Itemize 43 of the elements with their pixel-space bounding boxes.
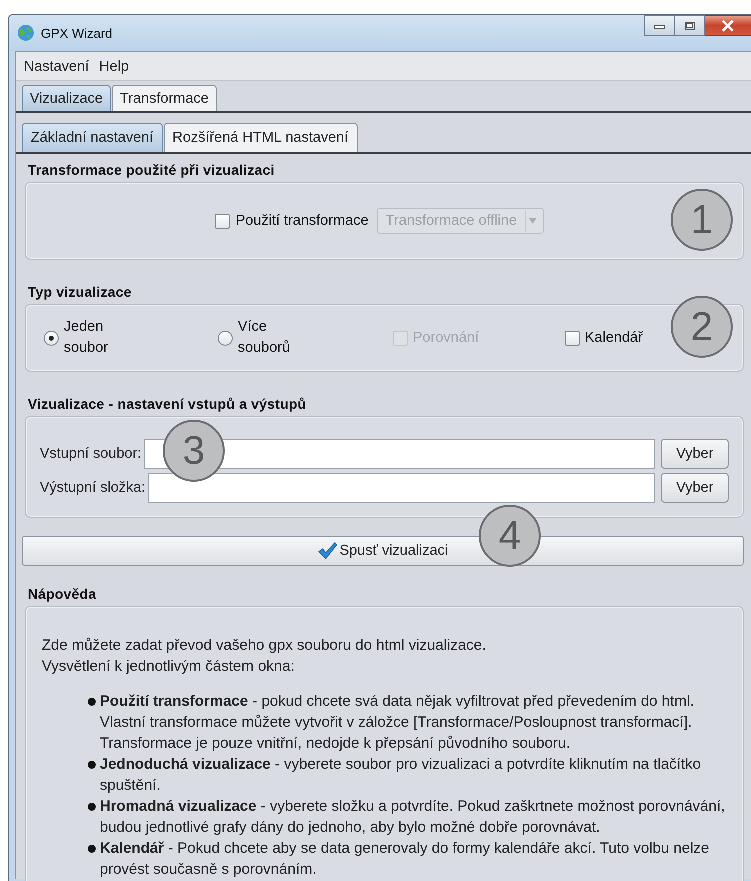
minimize-button[interactable]: [644, 15, 675, 36]
help-text: Kalendář - Pokud chcete aby se data generovaly do formy kalendáře akcí. Tuto volbu nelze provést současně s porovnáním.: [100, 839, 711, 880]
tab[interactable]: Transformace: [112, 85, 217, 111]
radio-button[interactable]: [218, 330, 233, 346]
field-label: Vstupní soubor:: [40, 446, 142, 462]
input-field[interactable]: [148, 473, 655, 503]
maximize-button[interactable]: [675, 15, 705, 36]
bullet-icon: [88, 803, 96, 811]
section-heading: Transformace použité při vizualizaci: [28, 162, 276, 178]
bullet-icon: [88, 698, 96, 706]
browse-button[interactable]: Vyber: [661, 439, 729, 469]
window-title: GPX Wizard: [41, 26, 113, 40]
help-text: Jednoduchá vizualizace - vyberete soubor pro vizualizaci a potvrdíte kliknutím na tlačítko spuštění.: [100, 755, 702, 796]
tab[interactable]: Základní nastavení: [22, 123, 163, 152]
help-text: Použití transformace - pokud chcete svá data nějak vyfiltrovat před převedením do html. Vlastní transformace můžete vytvořit v záložce [Transformace/Posloupnost transformací]. Transformace je pouze vnitřní, nedojde k přepsání původního souboru.: [100, 692, 696, 754]
field-label: Výstupní složka:: [40, 480, 146, 496]
tab[interactable]: Vizualizace: [22, 85, 112, 111]
help-text: Hromadná vizualizace - vyberete složku a potvrdíte. Pokud zaškrtnete možnost porovnávání, budou jednotlivé grafy dány do jednoho, aby bylo možné dobře porovnávat.: [100, 797, 726, 838]
checkbox-label: Kalendář: [585, 330, 644, 346]
help-text: Vysvětlení k jednotlivým částem okna:: [42, 657, 296, 677]
browse-button[interactable]: Vyber: [661, 473, 729, 503]
bullet-icon: [88, 845, 96, 853]
close-button[interactable]: [705, 15, 751, 36]
checkbox-label: Porovnání: [413, 330, 480, 346]
bullet-icon: [88, 761, 96, 769]
globe-icon: [17, 24, 35, 42]
checkbox[interactable]: [214, 214, 230, 228]
help-text: Zde můžete zadat převod vašeho gpx souboru do html vizualizace.: [42, 636, 488, 656]
section-heading: Nápověda: [28, 586, 98, 602]
radio-label: Jeden soubor: [64, 318, 110, 358]
section-heading: Typ vizualizace: [28, 284, 133, 300]
checkbox-label: Použití transformace: [236, 213, 369, 229]
section-heading: Vizualizace - nastavení vstupů a výstupů: [28, 396, 308, 412]
menu-item[interactable]: Nastavení: [22, 58, 92, 76]
checkbox[interactable]: [565, 330, 580, 346]
menu-item[interactable]: Help: [97, 58, 132, 76]
checkmark-icon: [318, 542, 338, 560]
radio-label: Více souborů: [238, 318, 292, 358]
radio-button[interactable]: [44, 330, 59, 346]
close-icon: [721, 20, 735, 32]
tab[interactable]: Rozšířená HTML nastavení: [164, 123, 358, 152]
maximize-icon: [684, 20, 696, 30]
caret-icon: [529, 218, 538, 224]
